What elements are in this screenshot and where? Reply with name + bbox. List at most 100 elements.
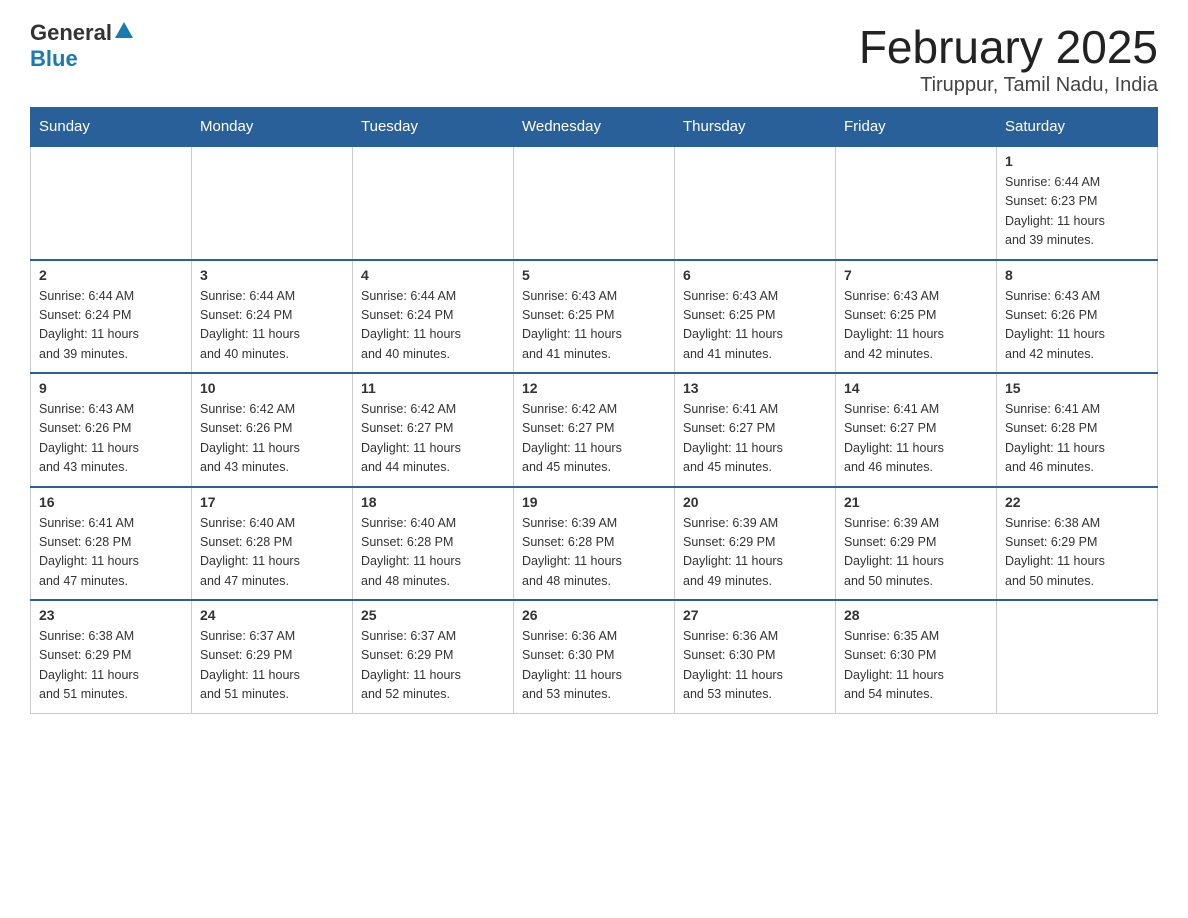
page-header: General Blue February 2025 Tiruppur, Tam… <box>30 20 1158 97</box>
calendar-cell <box>997 600 1158 713</box>
day-number: 4 <box>361 267 505 283</box>
day-number: 6 <box>683 267 827 283</box>
day-number: 13 <box>683 380 827 396</box>
day-number: 26 <box>522 607 666 623</box>
day-info: Sunrise: 6:44 AM Sunset: 6:23 PM Dayligh… <box>1005 173 1149 251</box>
calendar-cell <box>31 146 192 260</box>
day-info: Sunrise: 6:41 AM Sunset: 6:28 PM Dayligh… <box>1005 400 1149 478</box>
calendar-title: February 2025 <box>859 20 1158 74</box>
col-wednesday: Wednesday <box>514 108 675 147</box>
calendar-cell: 1 Sunrise: 6:44 AM Sunset: 6:23 PM Daylig… <box>997 146 1158 260</box>
calendar-cell: 2 Sunrise: 6:44 AM Sunset: 6:24 PM Daylig… <box>31 260 192 374</box>
day-info: Sunrise: 6:40 AM Sunset: 6:28 PM Dayligh… <box>200 514 344 592</box>
day-info: Sunrise: 6:41 AM Sunset: 6:28 PM Dayligh… <box>39 514 183 592</box>
calendar-cell: 22Sunrise: 6:38 AM Sunset: 6:29 PM Dayli… <box>997 487 1158 601</box>
col-friday: Friday <box>836 108 997 147</box>
day-info: Sunrise: 6:39 AM Sunset: 6:29 PM Dayligh… <box>683 514 827 592</box>
day-number: 8 <box>1005 267 1149 283</box>
calendar-cell: 4 Sunrise: 6:44 AM Sunset: 6:24 PM Daylig… <box>353 260 514 374</box>
col-sunday: Sunday <box>31 108 192 147</box>
calendar-body: 1 Sunrise: 6:44 AM Sunset: 6:23 PM Daylig… <box>31 146 1158 713</box>
calendar-table: Sunday Monday Tuesday Wednesday Thursday… <box>30 107 1158 714</box>
logo-blue-text: Blue <box>30 46 133 72</box>
day-number: 7 <box>844 267 988 283</box>
calendar-cell: 23 Sunrise: 6:38 AM Sunset: 6:29 PM Dayli… <box>31 600 192 713</box>
day-info: Sunrise: 6:41 AM Sunset: 6:27 PM Dayligh… <box>844 400 988 478</box>
day-number: 17 <box>200 494 344 510</box>
calendar-cell: 25 Sunrise: 6:37 AM Sunset: 6:29 PM Dayli… <box>353 600 514 713</box>
day-number: 24 <box>200 607 344 623</box>
day-number: 2 <box>39 267 183 283</box>
calendar-cell: 18 Sunrise: 6:40 AM Sunset: 6:28 PM Dayli… <box>353 487 514 601</box>
day-number: 9 <box>39 380 183 396</box>
logo: General Blue <box>30 20 133 72</box>
day-info: Sunrise: 6:37 AM Sunset: 6:29 PM Dayligh… <box>361 627 505 705</box>
col-thursday: Thursday <box>675 108 836 147</box>
day-info: Sunrise: 6:36 AM Sunset: 6:30 PM Dayligh… <box>522 627 666 705</box>
calendar-cell: 19 Sunrise: 6:39 AM Sunset: 6:28 PM Dayli… <box>514 487 675 601</box>
calendar-header: Sunday Monday Tuesday Wednesday Thursday… <box>31 108 1158 147</box>
calendar-week-3: 9 Sunrise: 6:43 AM Sunset: 6:26 PM Daylig… <box>31 373 1158 487</box>
day-info: Sunrise: 6:35 AM Sunset: 6:30 PM Dayligh… <box>844 627 988 705</box>
calendar-cell: 10 Sunrise: 6:42 AM Sunset: 6:26 PM Dayli… <box>192 373 353 487</box>
calendar-cell <box>514 146 675 260</box>
calendar-cell: 14 Sunrise: 6:41 AM Sunset: 6:27 PM Dayli… <box>836 373 997 487</box>
day-number: 1 <box>1005 153 1149 169</box>
day-number: 28 <box>844 607 988 623</box>
day-number: 25 <box>361 607 505 623</box>
calendar-cell <box>836 146 997 260</box>
calendar-cell: 8 Sunrise: 6:43 AM Sunset: 6:26 PM Daylig… <box>997 260 1158 374</box>
day-info: Sunrise: 6:43 AM Sunset: 6:25 PM Dayligh… <box>522 287 666 365</box>
calendar-cell: 24Sunrise: 6:37 AM Sunset: 6:29 PM Dayli… <box>192 600 353 713</box>
day-info: Sunrise: 6:43 AM Sunset: 6:26 PM Dayligh… <box>1005 287 1149 365</box>
day-number: 23 <box>39 607 183 623</box>
day-number: 21 <box>844 494 988 510</box>
col-monday: Monday <box>192 108 353 147</box>
day-info: Sunrise: 6:40 AM Sunset: 6:28 PM Dayligh… <box>361 514 505 592</box>
day-info: Sunrise: 6:43 AM Sunset: 6:26 PM Dayligh… <box>39 400 183 478</box>
calendar-week-1: 1 Sunrise: 6:44 AM Sunset: 6:23 PM Daylig… <box>31 146 1158 260</box>
day-info: Sunrise: 6:41 AM Sunset: 6:27 PM Dayligh… <box>683 400 827 478</box>
day-number: 16 <box>39 494 183 510</box>
day-info: Sunrise: 6:42 AM Sunset: 6:27 PM Dayligh… <box>522 400 666 478</box>
day-info: Sunrise: 6:44 AM Sunset: 6:24 PM Dayligh… <box>361 287 505 365</box>
calendar-cell: 12 Sunrise: 6:42 AM Sunset: 6:27 PM Dayli… <box>514 373 675 487</box>
calendar-cell <box>353 146 514 260</box>
calendar-cell: 27Sunrise: 6:36 AM Sunset: 6:30 PM Dayli… <box>675 600 836 713</box>
day-info: Sunrise: 6:44 AM Sunset: 6:24 PM Dayligh… <box>200 287 344 365</box>
calendar-cell: 5 Sunrise: 6:43 AM Sunset: 6:25 PM Daylig… <box>514 260 675 374</box>
calendar-cell <box>192 146 353 260</box>
day-info: Sunrise: 6:38 AM Sunset: 6:29 PM Dayligh… <box>39 627 183 705</box>
day-info: Sunrise: 6:44 AM Sunset: 6:24 PM Dayligh… <box>39 287 183 365</box>
calendar-cell: 21Sunrise: 6:39 AM Sunset: 6:29 PM Dayli… <box>836 487 997 601</box>
calendar-cell: 16 Sunrise: 6:41 AM Sunset: 6:28 PM Dayli… <box>31 487 192 601</box>
day-info: Sunrise: 6:36 AM Sunset: 6:30 PM Dayligh… <box>683 627 827 705</box>
day-number: 10 <box>200 380 344 396</box>
day-info: Sunrise: 6:42 AM Sunset: 6:27 PM Dayligh… <box>361 400 505 478</box>
calendar-cell: 28 Sunrise: 6:35 AM Sunset: 6:30 PM Dayli… <box>836 600 997 713</box>
day-number: 14 <box>844 380 988 396</box>
calendar-cell: 15 Sunrise: 6:41 AM Sunset: 6:28 PM Dayli… <box>997 373 1158 487</box>
day-info: Sunrise: 6:38 AM Sunset: 6:29 PM Dayligh… <box>1005 514 1149 592</box>
calendar-cell: 17 Sunrise: 6:40 AM Sunset: 6:28 PM Dayli… <box>192 487 353 601</box>
day-number: 20 <box>683 494 827 510</box>
col-tuesday: Tuesday <box>353 108 514 147</box>
day-number: 5 <box>522 267 666 283</box>
day-info: Sunrise: 6:39 AM Sunset: 6:28 PM Dayligh… <box>522 514 666 592</box>
calendar-cell <box>675 146 836 260</box>
calendar-cell: 6 Sunrise: 6:43 AM Sunset: 6:25 PM Daylig… <box>675 260 836 374</box>
col-saturday: Saturday <box>997 108 1158 147</box>
calendar-cell: 26 Sunrise: 6:36 AM Sunset: 6:30 PM Dayli… <box>514 600 675 713</box>
calendar-week-4: 16 Sunrise: 6:41 AM Sunset: 6:28 PM Dayli… <box>31 487 1158 601</box>
day-info: Sunrise: 6:43 AM Sunset: 6:25 PM Dayligh… <box>844 287 988 365</box>
day-number: 15 <box>1005 380 1149 396</box>
day-number: 19 <box>522 494 666 510</box>
calendar-cell: 11Sunrise: 6:42 AM Sunset: 6:27 PM Dayli… <box>353 373 514 487</box>
day-number: 12 <box>522 380 666 396</box>
day-number: 18 <box>361 494 505 510</box>
day-info: Sunrise: 6:42 AM Sunset: 6:26 PM Dayligh… <box>200 400 344 478</box>
day-info: Sunrise: 6:43 AM Sunset: 6:25 PM Dayligh… <box>683 287 827 365</box>
calendar-cell: 7 Sunrise: 6:43 AM Sunset: 6:25 PM Daylig… <box>836 260 997 374</box>
title-block: February 2025 Tiruppur, Tamil Nadu, Indi… <box>859 20 1158 97</box>
calendar-cell: 20 Sunrise: 6:39 AM Sunset: 6:29 PM Dayli… <box>675 487 836 601</box>
